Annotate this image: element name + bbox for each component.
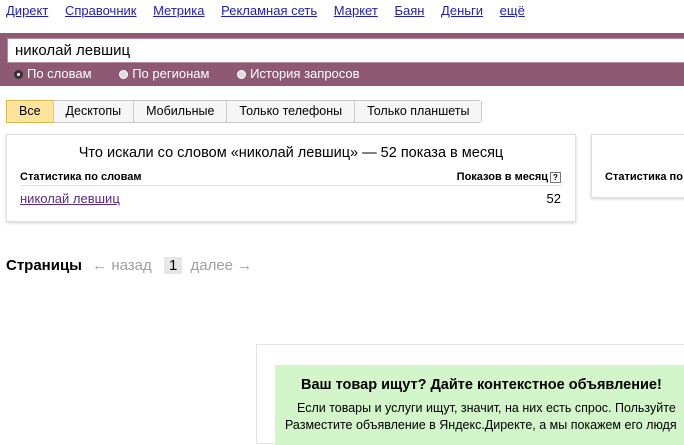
help-icon[interactable]: ?	[550, 172, 561, 183]
service-nav: Директ Справочник Метрика Рекламная сеть…	[6, 3, 538, 21]
column-header-words: Статистика по словам	[20, 171, 142, 183]
word-stats-card: Что искали со словом «николай левшиц» — …	[6, 134, 576, 222]
column-header-impressions: Показов в месяц?	[457, 171, 561, 183]
radio-label: По словам	[27, 66, 92, 81]
direct-promo: Ваш товар ищут? Дайте контекстное объявл…	[275, 365, 684, 445]
nav-link-more[interactable]: ещё	[500, 3, 525, 18]
radio-label: История запросов	[250, 66, 360, 81]
tab-tablets-only[interactable]: Только планшеты	[354, 101, 482, 122]
radio-empty-icon	[237, 70, 247, 79]
promo-text-line: Разместите объявление в Яндекс.Директе, …	[285, 418, 677, 432]
tab-mobile[interactable]: Мобильные	[133, 101, 227, 122]
column-header-label: Показов в месяц	[456, 171, 548, 183]
tab-all[interactable]: Все	[6, 100, 54, 123]
nav-link-direct[interactable]: Директ	[6, 3, 48, 18]
prev-page-link: ← назад	[92, 257, 152, 274]
search-bar: По словам По регионам История запросов	[0, 33, 684, 86]
nav-link-catalog[interactable]: Справочник	[65, 3, 137, 18]
radio-query-history[interactable]: История запросов	[237, 66, 360, 81]
impressions-count: 52	[546, 191, 561, 206]
pagination-label: Страницы	[6, 257, 82, 274]
nav-link-ad-network[interactable]: Рекламная сеть	[221, 3, 317, 18]
pagination: Страницы ← назад 1 далее →	[6, 257, 260, 279]
promo-title: Ваш товар ищут? Дайте контекстное объявл…	[301, 377, 662, 393]
radio-selected-icon	[14, 70, 23, 79]
column-header-words: Статистика по	[605, 171, 683, 183]
search-input[interactable]	[7, 38, 684, 63]
current-page: 1	[163, 257, 183, 274]
search-mode-group: По словам По регионам История запросов	[14, 66, 384, 83]
radio-by-words[interactable]: По словам	[14, 66, 92, 81]
stats-title: Что искали со словом «николай левшиц» — …	[78, 145, 504, 161]
nav-link-metrica[interactable]: Метрика	[153, 3, 204, 18]
radio-by-regions[interactable]: По регионам	[119, 66, 209, 81]
keyword-link[interactable]: николай левшиц	[20, 191, 120, 206]
divider	[20, 185, 562, 186]
radio-empty-icon	[119, 70, 129, 79]
nav-link-money[interactable]: Деньги	[441, 3, 483, 18]
tab-desktops[interactable]: Десктопы	[52, 101, 134, 122]
radio-label: По регионам	[132, 66, 210, 81]
related-stats-card: Статистика по	[591, 134, 684, 198]
nav-link-market[interactable]: Маркет	[334, 3, 378, 18]
device-tabs: Все Десктопы Мобильные Только телефоны Т…	[6, 100, 483, 123]
nav-link-bayan[interactable]: Баян	[394, 3, 424, 18]
next-page-link: далее →	[190, 257, 253, 274]
promo-text-line: Если товары и услуги ищут, значит, на ни…	[297, 401, 676, 415]
tab-phones-only[interactable]: Только телефоны	[226, 101, 355, 122]
